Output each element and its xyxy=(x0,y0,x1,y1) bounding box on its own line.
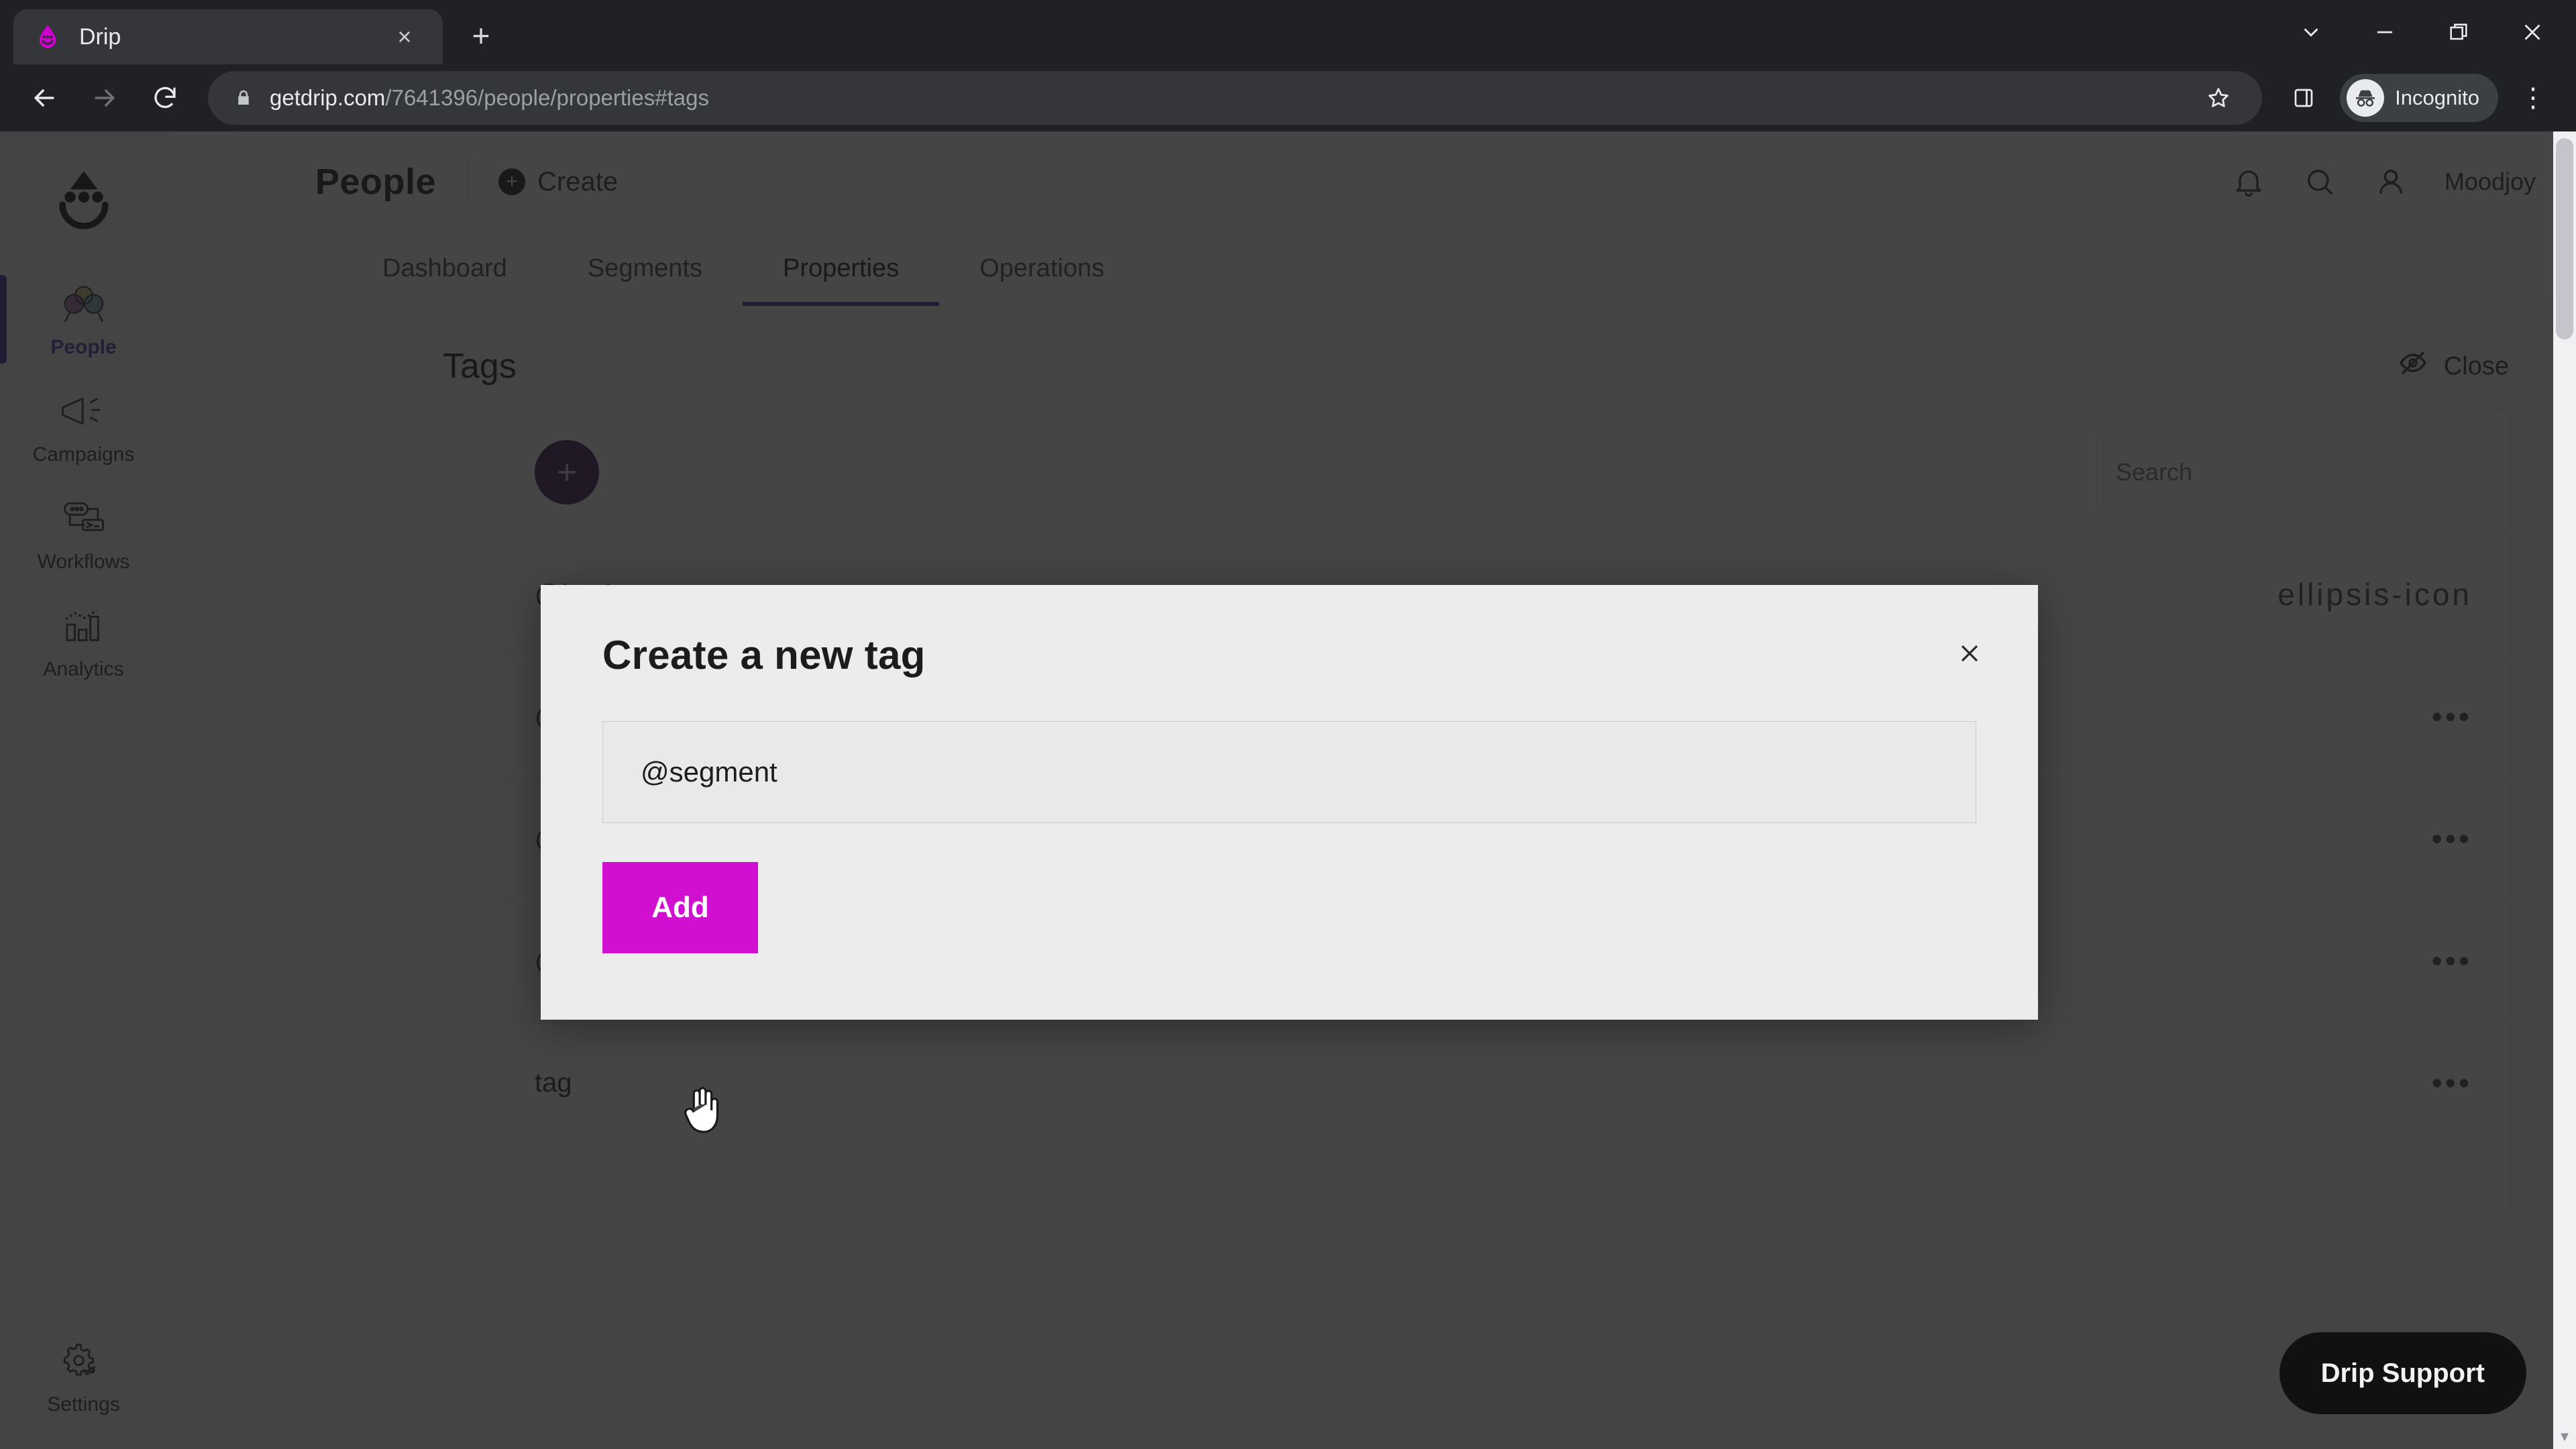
incognito-icon xyxy=(2347,79,2385,117)
close-window-icon[interactable] xyxy=(2496,0,2569,64)
reload-icon[interactable] xyxy=(137,70,193,126)
browser-window: Drip × + getdrip.com/7641396/people/prop… xyxy=(0,0,2576,1449)
forward-icon[interactable] xyxy=(76,70,133,126)
scrollbar-thumb[interactable] xyxy=(2556,138,2573,339)
url-text: getdrip.com/7641396/people/properties#ta… xyxy=(270,85,709,111)
browser-menu-icon[interactable]: ⋮ xyxy=(2506,69,2560,127)
back-icon[interactable] xyxy=(16,70,72,126)
browser-titlebar: Drip × + xyxy=(0,0,2576,64)
tab-strip: Drip × + xyxy=(0,0,2274,64)
toolbar-right: Incognito ⋮ xyxy=(2277,69,2560,127)
browser-tab[interactable]: Drip × xyxy=(13,9,443,64)
drip-support-button[interactable]: Drip Support xyxy=(2279,1332,2526,1414)
maximize-icon[interactable] xyxy=(2422,0,2496,64)
browser-toolbar: getdrip.com/7641396/people/properties#ta… xyxy=(0,64,2576,131)
minimize-icon[interactable] xyxy=(2348,0,2422,64)
incognito-profile-chip[interactable]: Incognito xyxy=(2340,74,2498,122)
lock-icon xyxy=(228,88,259,108)
page-scrollbar[interactable]: ▲ ▼ xyxy=(2553,131,2576,1449)
modal-header: Create a new tag xyxy=(541,585,2038,678)
close-icon[interactable] xyxy=(1948,632,1991,675)
tab-search-icon[interactable] xyxy=(2274,0,2348,64)
url-path: /7641396/people/properties#tags xyxy=(385,85,709,110)
drip-droplet-icon xyxy=(34,23,62,51)
tab-close-icon[interactable]: × xyxy=(386,19,423,55)
scroll-down-arrow[interactable]: ▼ xyxy=(2557,1430,2572,1445)
side-panel-icon[interactable] xyxy=(2277,71,2330,125)
tag-name-input[interactable]: @segment xyxy=(602,721,1976,823)
new-tab-button[interactable]: + xyxy=(458,12,504,59)
create-tag-modal: Create a new tag @segment Add xyxy=(541,585,2038,1020)
modal-actions: Add xyxy=(541,823,2038,953)
address-bar[interactable]: getdrip.com/7641396/people/properties#ta… xyxy=(208,71,2263,125)
bookmark-star-icon[interactable] xyxy=(2195,74,2242,121)
add-button[interactable]: Add xyxy=(602,862,758,953)
incognito-label: Incognito xyxy=(2395,86,2479,109)
modal-title: Create a new tag xyxy=(602,633,926,678)
window-controls xyxy=(2274,0,2576,64)
url-host: getdrip.com xyxy=(270,85,386,110)
page-viewport: People Campaigns xyxy=(0,131,2576,1449)
tab-title: Drip xyxy=(79,23,121,50)
